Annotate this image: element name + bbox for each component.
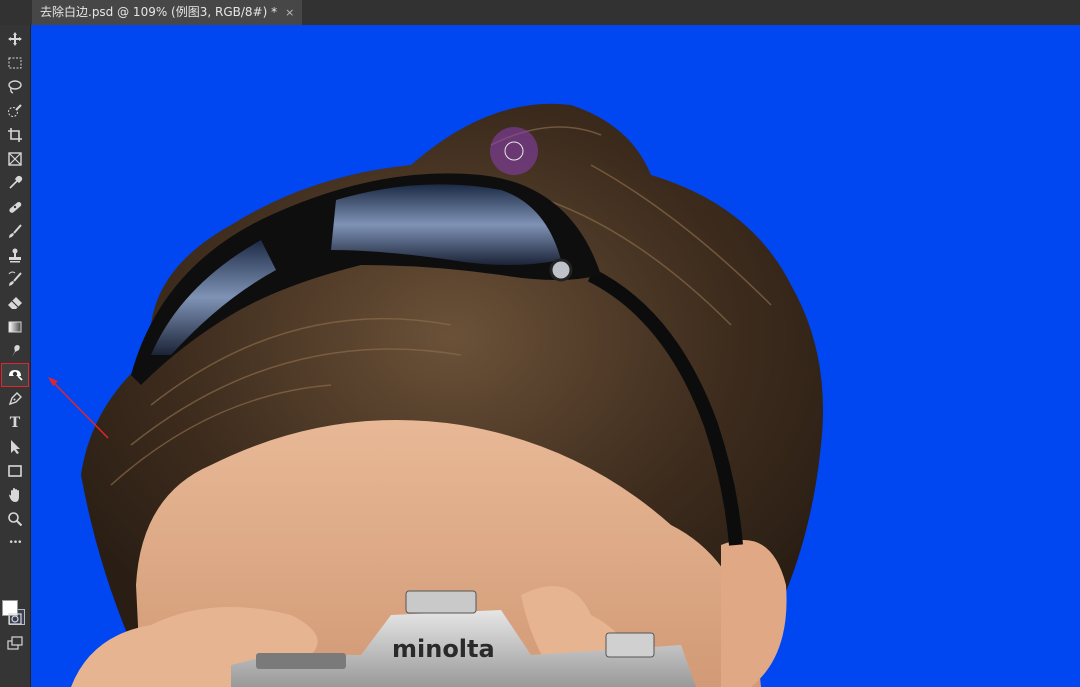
ear: [721, 540, 787, 687]
pen-icon: [8, 392, 22, 406]
rectangle-tool[interactable]: [4, 461, 26, 481]
camera-dial-left: [256, 653, 346, 669]
marquee-tool[interactable]: [4, 53, 26, 73]
history-brush-tool[interactable]: [4, 269, 26, 289]
camera-dial-right: [605, 632, 655, 658]
burn-tool[interactable]: [1, 363, 29, 387]
brush-cursor-halo: [490, 127, 538, 175]
smudge-tool[interactable]: [4, 341, 26, 361]
crop-tool[interactable]: [4, 125, 26, 145]
ellipsis-icon[interactable]: •••: [4, 533, 26, 553]
pen-tool[interactable]: [4, 389, 26, 409]
smudge-icon: [12, 345, 20, 357]
burn-icon: [9, 370, 23, 381]
rectangle-icon: [8, 465, 22, 477]
gradient-icon: [8, 321, 22, 333]
frame-tool[interactable]: [4, 149, 26, 169]
history-brush-icon: [8, 271, 22, 286]
document-tab[interactable]: 去除白边.psd @ 109% (例图3, RGB/8#) * ×: [32, 0, 303, 25]
zoom-tool[interactable]: [4, 509, 26, 529]
rect-marquee-icon: [8, 57, 22, 69]
brush-icon: [9, 224, 22, 238]
quick-mask-icon: [8, 613, 22, 625]
eyedropper-icon: [9, 175, 23, 189]
quick-mask-tool[interactable]: [4, 609, 26, 629]
lasso-tool[interactable]: [4, 77, 26, 97]
frame-icon: [8, 152, 22, 166]
eraser-icon: [8, 297, 22, 309]
path-selection-tool[interactable]: [4, 437, 26, 457]
hand-icon: [9, 488, 19, 502]
crop-icon: [8, 128, 22, 142]
eraser-tool[interactable]: [4, 293, 26, 313]
screen-mode-icon: [7, 636, 23, 650]
type-icon[interactable]: T: [4, 413, 26, 433]
bandage-icon: [9, 201, 22, 213]
arrow-icon: [11, 440, 20, 454]
clone-stamp-tool[interactable]: [4, 245, 26, 265]
camera-hotshoe: [405, 590, 477, 614]
tools-panel: T •••: [0, 25, 31, 687]
hand-tool[interactable]: [4, 485, 26, 505]
move-tool[interactable]: [4, 29, 26, 49]
move-icon: [8, 32, 22, 46]
brush-tool[interactable]: [4, 221, 26, 241]
screen-mode-tool[interactable]: [4, 633, 26, 653]
quick-select-icon: [8, 104, 22, 117]
document-tab-title: 去除白边.psd @ 109% (例图3, RGB/8#) *: [40, 5, 278, 19]
annotation-arrow: [48, 377, 109, 439]
gradient-tool[interactable]: [4, 317, 26, 337]
hinge: [549, 258, 573, 282]
close-icon[interactable]: ×: [285, 0, 294, 25]
eyedropper-tool[interactable]: [4, 173, 26, 193]
document-tab-bar: 去除白边.psd @ 109% (例图3, RGB/8#) * ×: [0, 0, 1080, 25]
quick-selection-tool[interactable]: [4, 101, 26, 121]
healing-brush-tool[interactable]: [4, 197, 26, 217]
lasso-icon: [8, 80, 22, 94]
photo: minolta: [71, 103, 823, 687]
stamp-icon: [9, 248, 21, 263]
document-canvas[interactable]: minolta: [31, 25, 1080, 687]
camera-brand-label: minolta: [392, 635, 495, 663]
zoom-icon: [8, 512, 23, 527]
